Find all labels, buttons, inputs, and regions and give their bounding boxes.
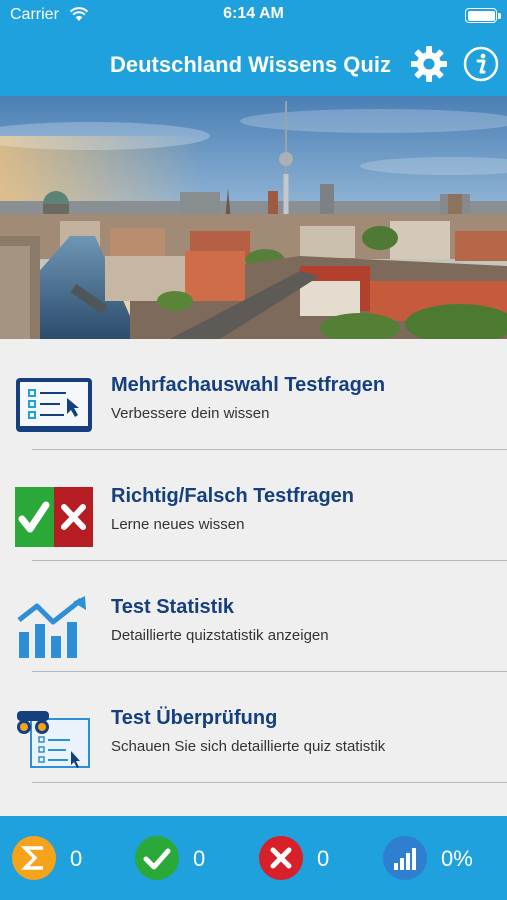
menu-item-title: Test Überprüfung (111, 707, 278, 729)
menu-item-title: Test Statistik (111, 596, 234, 618)
info-icon[interactable] (463, 46, 499, 82)
battery-icon (465, 8, 501, 23)
menu-item-title: Mehrfachauswahl Testfragen (111, 374, 386, 396)
menu-item-statistics[interactable]: Test Statistik Detaillierte quizstatisti… (0, 561, 507, 672)
stat-correct-value: 0 (193, 846, 206, 871)
statistics-chart-icon (17, 596, 86, 658)
menu-item-subtitle: Schauen Sie sich detaillierte quiz stati… (111, 738, 386, 755)
hero-city-image (0, 96, 507, 339)
menu-item-subtitle: Verbessere dein wissen (111, 405, 270, 422)
stat-wrong-value: 0 (317, 846, 330, 871)
x-circle-icon (259, 836, 303, 880)
progress-bars-icon (383, 836, 427, 880)
menu-item-subtitle: Detaillierte quizstatistik anzeigen (111, 627, 329, 644)
app-title: Deutschland Wissens Quiz (110, 52, 391, 77)
stats-bar: 0 0 0 0% (0, 816, 507, 900)
gear-icon[interactable] (410, 45, 448, 83)
menu-item-true-false[interactable]: Richtig/Falsch Testfragen Lerne neues wi… (0, 450, 507, 561)
menu-item-subtitle: Lerne neues wissen (111, 516, 245, 533)
menu-item-review[interactable]: Test Überprüfung Schauen Sie sich detail… (0, 672, 507, 783)
review-binoculars-icon (17, 711, 90, 768)
sigma-icon (12, 836, 56, 880)
divider (32, 782, 507, 783)
menu-item-title: Richtig/Falsch Testfragen (111, 485, 355, 507)
multiple-choice-icon (16, 378, 92, 432)
stat-percent-value: 0% (441, 846, 473, 871)
stat-total-value: 0 (70, 846, 83, 871)
status-time: 6:14 AM (223, 5, 284, 22)
menu-item-multiple-choice[interactable]: Mehrfachauswahl Testfragen Verbessere de… (0, 339, 507, 450)
nav-bar: Deutschland Wissens Quiz (0, 32, 507, 96)
true-false-icon (15, 487, 93, 547)
menu-list: Mehrfachauswahl Testfragen Verbessere de… (0, 339, 507, 783)
check-circle-icon (135, 836, 179, 880)
status-bar: Carrier 6:14 AM (0, 0, 507, 32)
